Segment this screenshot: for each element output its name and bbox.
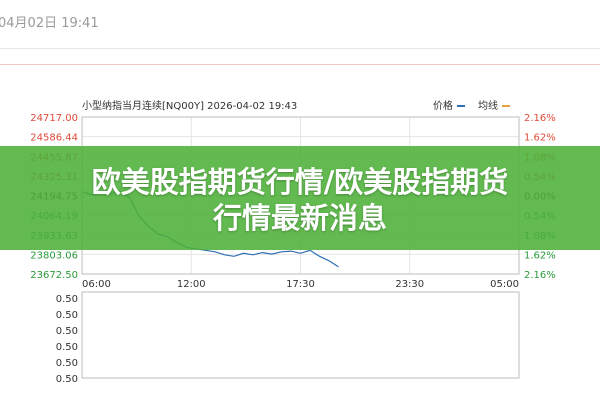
right-tick-label: 2.16%	[524, 113, 556, 124]
lower-tick-label: 0.50	[56, 358, 78, 369]
lower-tick-label: 0.50	[56, 342, 78, 353]
x-tick-label: 05:00	[490, 279, 519, 290]
headline-banner: 欧美股指期货行情/欧美股指期货 行情最新消息	[0, 146, 600, 250]
x-tick-label: 17:30	[286, 279, 315, 290]
banner-title-line2: 行情最新消息	[212, 201, 387, 235]
x-tick-label: 06:00	[82, 279, 111, 290]
right-tick-label: 1.62%	[524, 133, 556, 144]
lower-tick-label: 0.50	[56, 374, 78, 385]
lower-panel-border	[81, 291, 520, 379]
x-tick-label: 23:30	[395, 279, 424, 290]
x-tick-label: 12:00	[177, 279, 206, 290]
right-tick-label: 2.16%	[524, 270, 556, 281]
right-tick-label: 1.62%	[524, 250, 556, 261]
banner-title: 欧美股指期货行情/欧美股指期货 行情最新消息	[20, 164, 580, 236]
left-tick-label: 23672.50	[30, 270, 78, 281]
left-tick-label: 24586.44	[30, 133, 78, 144]
lower-panel: 0.50 0.50 0.50 0.50 0.50 0.50	[56, 291, 520, 385]
lower-tick-label: 0.50	[56, 294, 78, 305]
left-tick-label: 24717.00	[30, 113, 78, 124]
lower-tick-label: 0.50	[56, 326, 78, 337]
banner-title-line1: 欧美股指期货行情/欧美股指期货	[91, 165, 509, 199]
lower-tick-label: 0.50	[56, 310, 78, 321]
left-tick-label: 23803.06	[30, 250, 78, 261]
x-axis-ticks: 06:00 12:00 17:30 23:30 05:00	[82, 279, 519, 290]
